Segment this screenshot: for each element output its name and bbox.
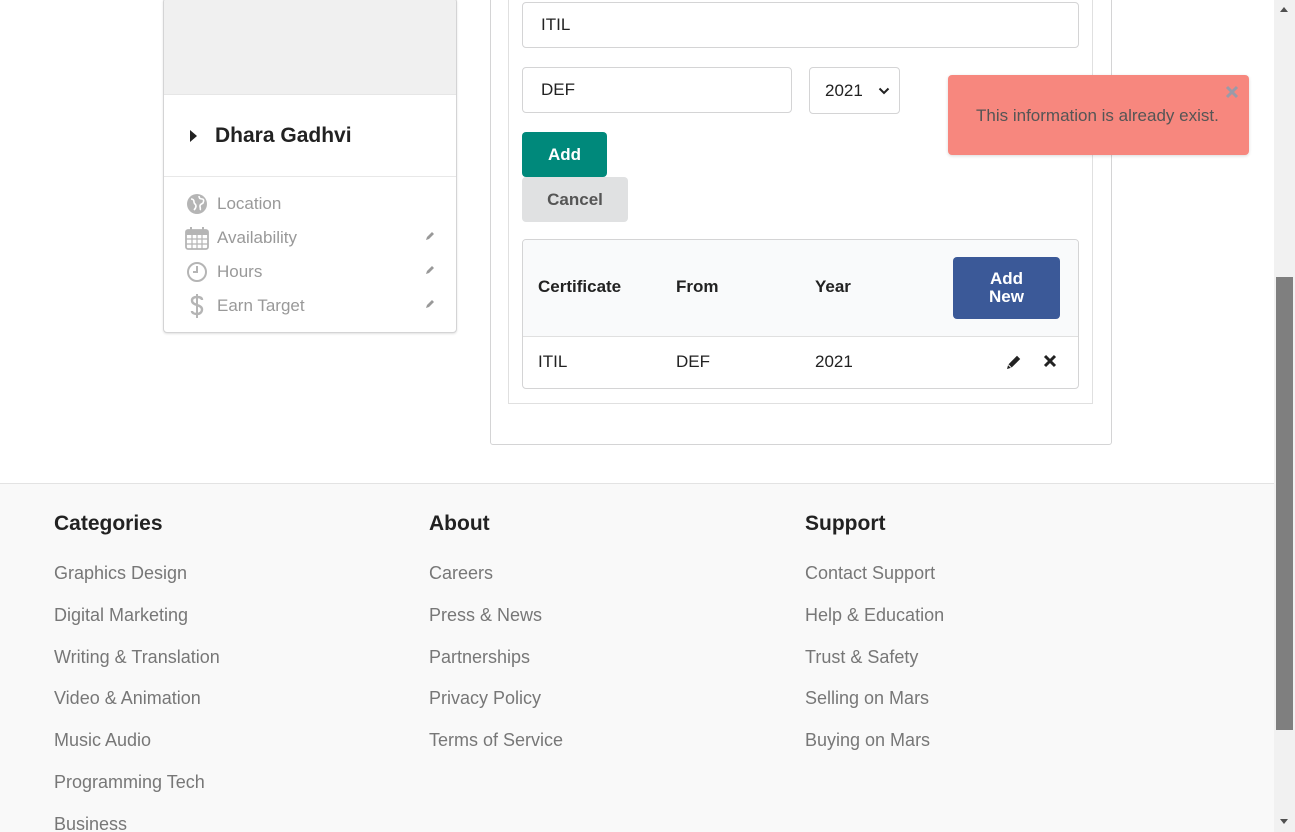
page-scrollbar[interactable]: [1274, 0, 1295, 832]
year-select[interactable]: 2021: [809, 67, 900, 114]
footer-column-about: About Careers Press & News Partnerships …: [429, 512, 563, 772]
scrollbar-thumb[interactable]: [1276, 277, 1293, 730]
year-select-value: 2021: [825, 80, 863, 100]
footer-link[interactable]: Graphics Design: [54, 563, 220, 605]
error-toast: This information is already exist.: [948, 75, 1249, 155]
footer-link[interactable]: Programming Tech: [54, 772, 220, 814]
footer-link[interactable]: Video & Animation: [54, 688, 220, 730]
cell-year: 2021: [815, 352, 853, 371]
scroll-up-icon[interactable]: [1280, 7, 1288, 12]
profile-item-earn-target: Earn Target: [164, 289, 456, 323]
clock-icon: [185, 260, 209, 284]
profile-item-label: Location: [217, 194, 282, 213]
footer-link[interactable]: Press & News: [429, 605, 563, 647]
cancel-button[interactable]: Cancel: [522, 177, 628, 222]
pencil-icon[interactable]: [1006, 354, 1022, 370]
profile-item-label: Earn Target: [217, 296, 305, 315]
profile-name: Dhara Gadhvi: [215, 123, 352, 147]
certificate-table: Certificate From Year Add New ITIL DEF 2…: [522, 239, 1079, 389]
column-header-year: Year: [815, 277, 851, 296]
calendar-icon: [185, 226, 209, 250]
profile-info-list: Location Availability Hours Earn Target: [164, 177, 456, 323]
profile-item-location: Location: [164, 187, 456, 221]
column-header-certificate: Certificate: [538, 277, 622, 296]
footer-link[interactable]: Music Audio: [54, 730, 220, 772]
table-row: ITIL DEF 2021: [523, 337, 1078, 388]
close-icon[interactable]: [1043, 354, 1057, 368]
profile-card: Dhara Gadhvi Location Availability Hours: [163, 0, 457, 333]
add-new-label-line1: Add: [989, 269, 1024, 288]
footer-link[interactable]: Careers: [429, 563, 563, 605]
column-header-from: From: [676, 277, 719, 296]
footer-heading: About: [429, 512, 490, 535]
footer-column-support: Support Contact Support Help & Education…: [805, 512, 944, 772]
footer-link[interactable]: Privacy Policy: [429, 688, 563, 730]
pencil-icon[interactable]: [424, 230, 436, 242]
footer-link[interactable]: Contact Support: [805, 563, 944, 605]
profile-name-toggle[interactable]: Dhara Gadhvi: [164, 95, 456, 177]
cell-from: DEF: [676, 352, 710, 371]
footer-link[interactable]: Help & Education: [805, 605, 944, 647]
from-input[interactable]: [522, 67, 792, 113]
scroll-down-icon[interactable]: [1280, 819, 1288, 824]
close-icon[interactable]: [1225, 85, 1239, 99]
table-header: Certificate From Year Add New: [523, 240, 1078, 337]
chevron-down-icon: [878, 87, 890, 95]
profile-item-label: Hours: [217, 262, 263, 281]
certificate-input[interactable]: [522, 2, 1079, 48]
footer-link[interactable]: Partnerships: [429, 647, 563, 689]
footer-heading: Support: [805, 512, 886, 535]
profile-item-availability: Availability: [164, 221, 456, 255]
pencil-icon[interactable]: [424, 264, 436, 276]
add-new-button[interactable]: Add New: [953, 257, 1060, 319]
footer: Categories Graphics Design Digital Marke…: [0, 483, 1274, 832]
add-button[interactable]: Add: [522, 132, 607, 177]
toast-message: This information is already exist.: [976, 106, 1219, 125]
footer-link[interactable]: Business: [54, 814, 220, 832]
footer-link[interactable]: Trust & Safety: [805, 647, 944, 689]
dollar-icon: [185, 294, 209, 318]
footer-link[interactable]: Terms of Service: [429, 730, 563, 772]
globe-icon: [185, 192, 209, 216]
profile-item-label: Availability: [217, 228, 298, 247]
footer-link[interactable]: Digital Marketing: [54, 605, 220, 647]
footer-heading: Categories: [54, 512, 163, 535]
caret-right-icon: [190, 129, 197, 142]
pencil-icon[interactable]: [424, 298, 436, 310]
footer-link[interactable]: Buying on Mars: [805, 730, 944, 772]
footer-column-categories: Categories Graphics Design Digital Marke…: [54, 512, 220, 832]
footer-link[interactable]: Writing & Translation: [54, 647, 220, 689]
footer-link[interactable]: Selling on Mars: [805, 688, 944, 730]
cell-certificate: ITIL: [538, 352, 568, 371]
add-new-label-line2: New: [989, 287, 1024, 306]
profile-item-hours: Hours: [164, 255, 456, 289]
profile-image: [164, 0, 456, 95]
